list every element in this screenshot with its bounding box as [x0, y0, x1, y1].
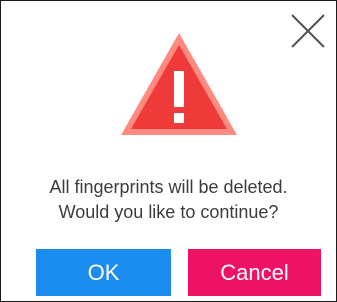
- confirm-dialog: All fingerprints will be deleted. Would …: [0, 0, 337, 302]
- dialog-message: All fingerprints will be deleted. Would …: [1, 175, 336, 225]
- warning-triangle-icon: [119, 31, 239, 137]
- message-line-2: Would you like to continue?: [58, 202, 279, 222]
- message-line-1: All fingerprints will be deleted.: [49, 177, 288, 197]
- close-button[interactable]: [288, 11, 328, 51]
- ok-button[interactable]: OK: [36, 249, 171, 296]
- close-icon: [291, 14, 325, 48]
- cancel-button[interactable]: Cancel: [188, 249, 321, 296]
